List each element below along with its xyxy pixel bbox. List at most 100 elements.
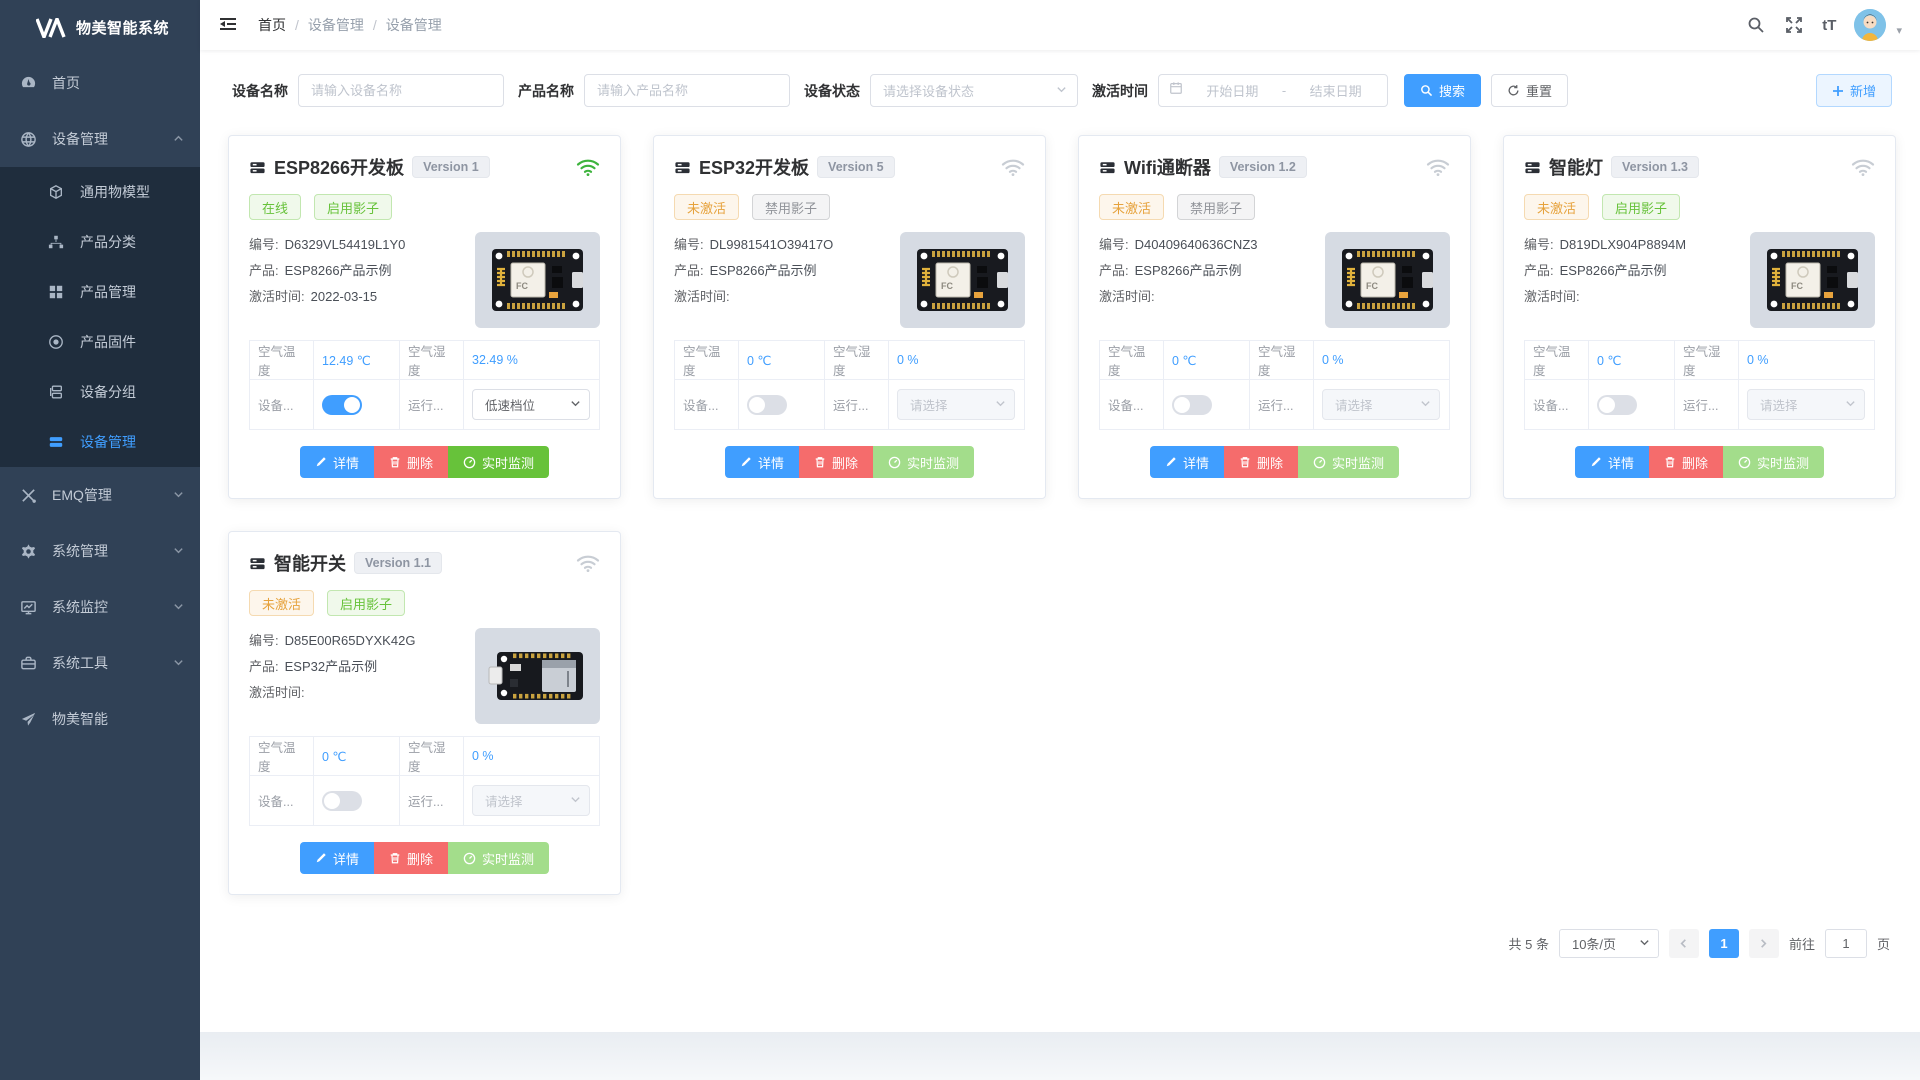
svg-text:FC: FC (941, 281, 953, 291)
sidebar-item-emq[interactable]: EMQ管理 (0, 467, 200, 523)
device-image: FC (900, 232, 1025, 328)
page-size-select[interactable]: 10条/页 (1559, 929, 1659, 958)
breadcrumb-current: 设备管理 (386, 15, 442, 35)
humidity-label: 空气湿度 (1675, 341, 1739, 380)
breadcrumb-device-mgmt[interactable]: 设备管理 (308, 15, 364, 35)
device-switch-toggle[interactable] (747, 395, 787, 415)
fullscreen-icon[interactable] (1784, 15, 1804, 35)
status-badge: 未激活 (1099, 194, 1164, 220)
monitor-button[interactable]: 实时监测 (1298, 446, 1399, 478)
delete-button[interactable]: 删除 (1224, 446, 1298, 478)
gauge-icon (888, 456, 901, 469)
goto-page-input[interactable] (1825, 929, 1867, 958)
topbar: 首页 / 设备管理 / 设备管理 tT ▾ (200, 0, 1920, 50)
delete-button[interactable]: 删除 (799, 446, 873, 478)
sidebar-item-device-mgmt[interactable]: 设备管理 (0, 111, 200, 167)
device-switch-toggle[interactable] (322, 395, 362, 415)
device-product: ESP8266产品示例 (710, 263, 817, 278)
sidebar-item-label: 设备分组 (80, 382, 136, 402)
page-content: 设备名称 产品名称 设备状态 请选择设备状态 激活时间 开始日期 - 结束日期 (200, 50, 1920, 1032)
product-name-input[interactable] (584, 74, 790, 107)
app-title: 物美智能系统 (76, 17, 169, 38)
next-page-button[interactable] (1749, 929, 1779, 958)
search-icon[interactable] (1746, 15, 1766, 35)
device-status-select[interactable]: 请选择设备状态 (870, 74, 1078, 107)
delete-button-label: 删除 (1257, 453, 1283, 472)
detail-button-label: 详情 (333, 453, 359, 472)
gauge-icon (463, 456, 476, 469)
device-switch-toggle[interactable] (1172, 395, 1212, 415)
sidebar-item-device-group[interactable]: 设备分组 (0, 367, 200, 417)
search-button[interactable]: 搜索 (1404, 74, 1481, 107)
emq-icon (20, 486, 38, 504)
date-range-picker[interactable]: 开始日期 - 结束日期 (1158, 74, 1388, 107)
delete-button[interactable]: 删除 (374, 842, 448, 874)
delete-button[interactable]: 删除 (374, 446, 448, 478)
monitor-button[interactable]: 实时监测 (448, 842, 549, 874)
run-mode-select[interactable]: 低速档位 (472, 389, 590, 420)
temp-value: 0 ℃ (1164, 341, 1250, 380)
device-image: FC (475, 232, 600, 328)
sidebar-item-sys-monitor[interactable]: 系统监控 (0, 579, 200, 635)
sidebar-item-sys-mgmt[interactable]: 系统管理 (0, 523, 200, 579)
delete-button[interactable]: 删除 (1649, 446, 1723, 478)
device-switch-label: 设备... (1525, 380, 1589, 430)
reset-button[interactable]: 重置 (1491, 74, 1568, 107)
breadcrumb-separator: / (295, 17, 299, 33)
detail-button[interactable]: 详情 (300, 842, 374, 874)
run-mode-select[interactable]: 请选择 (897, 389, 1015, 420)
device-name-input[interactable] (298, 74, 504, 107)
page-unit-label: 页 (1877, 934, 1890, 953)
font-size-icon[interactable]: tT (1822, 17, 1836, 34)
number-label: 编号: (674, 237, 704, 252)
toolbox-icon (20, 654, 38, 672)
avatar[interactable] (1854, 9, 1886, 41)
shadow-badge: 禁用影子 (1177, 194, 1255, 220)
chevron-down-icon (570, 398, 581, 412)
sidebar-item-sys-tools[interactable]: 系统工具 (0, 635, 200, 691)
breadcrumb-home[interactable]: 首页 (258, 15, 286, 35)
wifi-icon (1851, 157, 1875, 177)
monitor-button[interactable]: 实时监测 (1723, 446, 1824, 478)
calendar-icon (1169, 81, 1183, 100)
sidebar-item-thing-model[interactable]: 通用物模型 (0, 167, 200, 217)
run-mode-select[interactable]: 请选择 (1322, 389, 1440, 420)
device-title: Wifi通断器 (1124, 154, 1211, 180)
detail-button-label: 详情 (1608, 453, 1634, 472)
page-number[interactable]: 1 (1709, 929, 1739, 958)
svg-text:FC: FC (1791, 281, 1803, 291)
sidebar-item-product-mgmt[interactable]: 产品管理 (0, 267, 200, 317)
detail-button[interactable]: 详情 (1575, 446, 1649, 478)
add-button[interactable]: 新增 (1816, 74, 1892, 107)
device-switch-toggle[interactable] (1597, 395, 1637, 415)
device-icon (1099, 159, 1116, 176)
sidebar-collapse-icon[interactable] (218, 14, 240, 36)
sidebar-item-product-firmware[interactable]: 产品固件 (0, 317, 200, 367)
sidebar-item-wumei[interactable]: 物美智能 (0, 691, 200, 747)
device-status-placeholder: 请选择设备状态 (883, 81, 974, 100)
gauge-icon (463, 852, 476, 865)
sidebar-item-product-category[interactable]: 产品分类 (0, 217, 200, 267)
shadow-badge: 禁用影子 (752, 194, 830, 220)
device-switch-toggle[interactable] (322, 791, 362, 811)
device-card: ESP32开发板 Version 5 未激活 禁用影子 编号:DL9981541… (653, 135, 1046, 499)
detail-button[interactable]: 详情 (1150, 446, 1224, 478)
server-icon (48, 433, 66, 451)
version-badge: Version 1 (412, 156, 490, 178)
run-mode-select[interactable]: 请选择 (472, 785, 590, 816)
monitor-button[interactable]: 实时监测 (873, 446, 974, 478)
product-label: 产品: (249, 263, 279, 278)
humidity-label: 空气湿度 (400, 341, 464, 380)
app-logo[interactable]: 物美智能系统 (0, 0, 200, 55)
monitor-button[interactable]: 实时监测 (448, 446, 549, 478)
detail-button[interactable]: 详情 (300, 446, 374, 478)
device-activated: 2022-03-15 (311, 289, 378, 304)
sidebar-item-device-list[interactable]: 设备管理 (0, 417, 200, 467)
detail-button[interactable]: 详情 (725, 446, 799, 478)
run-mode-select[interactable]: 请选择 (1747, 389, 1865, 420)
avatar-caret-icon[interactable]: ▾ (1896, 24, 1902, 37)
prev-page-button[interactable] (1669, 929, 1699, 958)
detail-button-label: 详情 (758, 453, 784, 472)
sidebar-item-home[interactable]: 首页 (0, 55, 200, 111)
device-title: 智能灯 (1549, 154, 1603, 180)
